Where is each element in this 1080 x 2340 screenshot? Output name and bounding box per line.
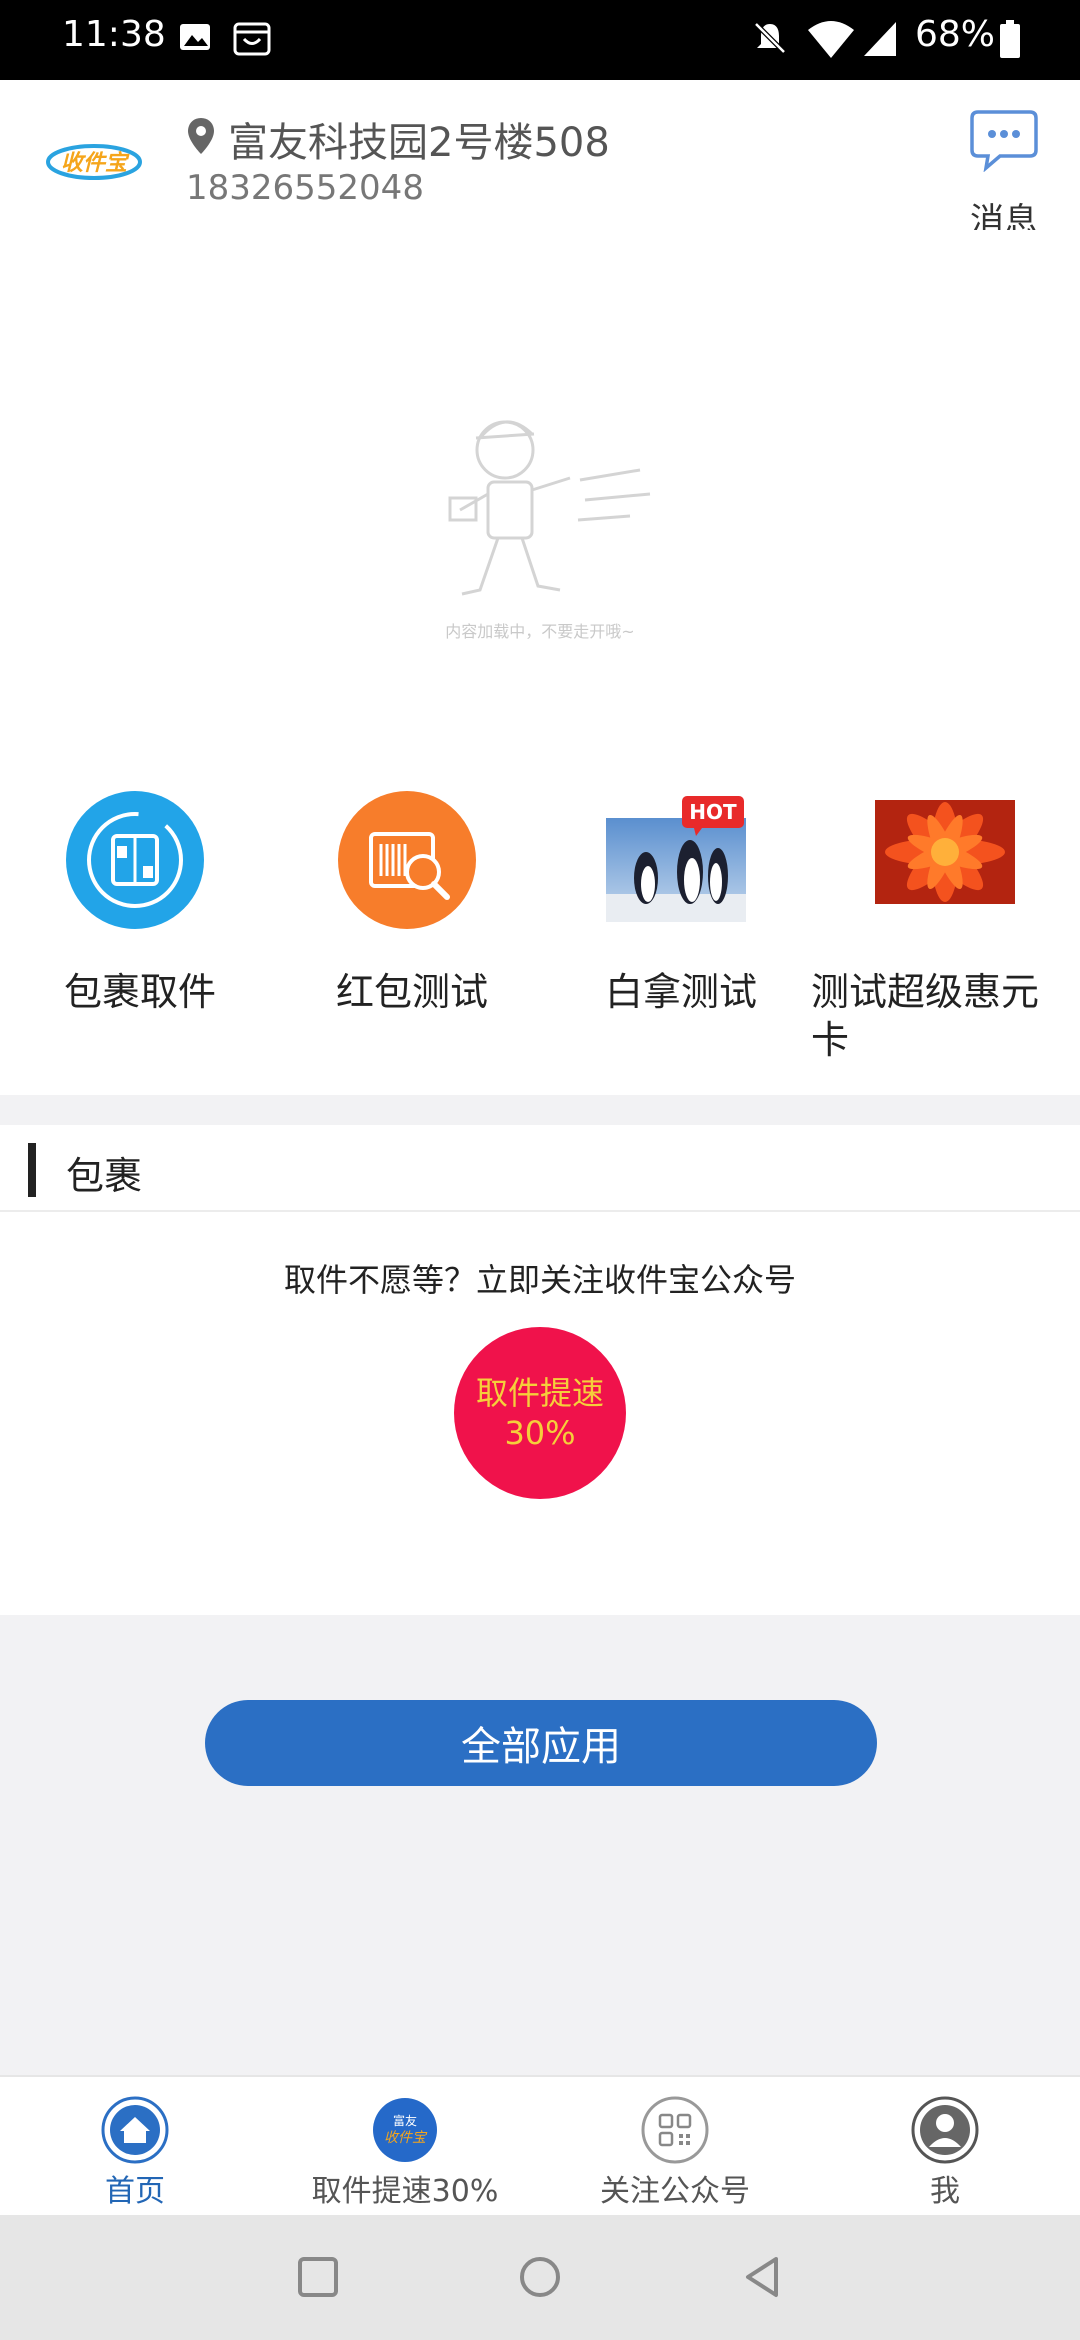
hot-badge: HOT — [689, 800, 737, 824]
package-section-title: 包裹 — [66, 1154, 143, 1198]
quick-entry-label: 白拿测试 — [604, 970, 757, 1014]
quick-entry-label: 包裹取件 — [63, 970, 216, 1014]
quick-entry-package-pickup[interactable]: 包裹取件 — [64, 790, 315, 1070]
penguins-image: HOT — [606, 796, 746, 922]
follow-tip-text: 取件不愿等？立即关注收件宝公众号 — [283, 1261, 796, 1299]
location-pin-icon — [188, 118, 214, 154]
image-notification-icon — [180, 24, 210, 50]
tab-label: 取件提速30% — [311, 2174, 499, 2209]
all-apps-button[interactable]: 全部应用 — [205, 1700, 877, 1786]
shoujianbao-logo: 收件宝 — [46, 144, 142, 180]
speed-up-percent: 30% — [504, 1414, 576, 1452]
tab-speed-up[interactable]: 富友 收件宝 取件提速30% — [270, 2077, 540, 2217]
fuyou-logo-text: 富友 — [393, 2113, 417, 2128]
status-bar: 11:38 68% — [0, 0, 1080, 80]
loading-text: 内容加载中，不要走开哦~ — [445, 622, 635, 641]
phone-number: 18326552048 — [186, 168, 424, 208]
logo-text: 收件宝 — [61, 150, 130, 176]
header: 收件宝 富友科技园2号楼508 18326552048 消息 — [0, 80, 1080, 238]
qr-code-icon — [641, 2096, 709, 2164]
quick-entry-redpacket-test[interactable]: 红包测试 — [336, 790, 587, 1070]
flower-image — [875, 800, 1015, 904]
home-nav-icon[interactable] — [518, 2255, 562, 2299]
chat-bubble-icon — [970, 110, 1038, 172]
tab-label: 关注公众号 — [600, 2174, 750, 2209]
courier-loading-illustration — [448, 420, 651, 596]
package-section: 包裹 取件不愿等？立即关注收件宝公众号 取件提速 30% — [0, 1125, 1080, 1615]
speed-up-button[interactable]: 取件提速 30% — [454, 1327, 626, 1499]
quick-entry-label: 测试超级惠元卡 — [811, 970, 1040, 1062]
bottom-tab-bar: 首页 富友 收件宝 取件提速30% 关注公众号 我 — [0, 2075, 1080, 2215]
section-divider — [0, 1210, 1080, 1212]
quick-entries: 包裹取件 红包测试 HOT 白拿测试 测试超级惠元卡 — [0, 750, 1080, 1095]
tab-home[interactable]: 首页 — [0, 2077, 270, 2217]
battery-percent: 68% — [915, 14, 996, 55]
fuyou-logo-icon: 富友 收件宝 — [373, 2098, 437, 2162]
mute-icon — [754, 22, 786, 54]
status-time: 11:38 — [62, 14, 166, 55]
quick-entry-super-card[interactable]: 测试超级惠元卡 — [811, 790, 1080, 1070]
barcode-search-icon — [338, 791, 476, 929]
system-navigation-bar — [0, 2215, 1080, 2340]
section-title-bar — [28, 1143, 36, 1197]
address-text[interactable]: 富友科技园2号楼508 — [228, 110, 610, 168]
tab-label: 首页 — [105, 2174, 165, 2209]
user-icon — [911, 2096, 979, 2164]
battery-icon — [1000, 20, 1020, 58]
back-nav-icon[interactable] — [740, 2255, 784, 2299]
store-notification-icon — [233, 22, 271, 56]
messages-button[interactable]: 消息 — [960, 108, 1060, 238]
speed-up-label: 取件提速 — [475, 1374, 604, 1412]
package-icon — [66, 791, 204, 929]
quick-entry-label: 红包测试 — [335, 970, 488, 1014]
tab-follow-account[interactable]: 关注公众号 — [540, 2077, 810, 2217]
home-icon — [101, 2096, 169, 2164]
tab-label: 我 — [930, 2174, 960, 2209]
tab-me[interactable]: 我 — [810, 2077, 1080, 2217]
signal-icon — [864, 22, 896, 56]
shoujianbao-logo-text: 收件宝 — [384, 2130, 428, 2146]
wifi-icon — [808, 21, 854, 58]
recent-apps-icon[interactable] — [296, 2255, 340, 2299]
banner-area[interactable]: 内容加载中，不要走开哦~ — [0, 230, 1080, 750]
